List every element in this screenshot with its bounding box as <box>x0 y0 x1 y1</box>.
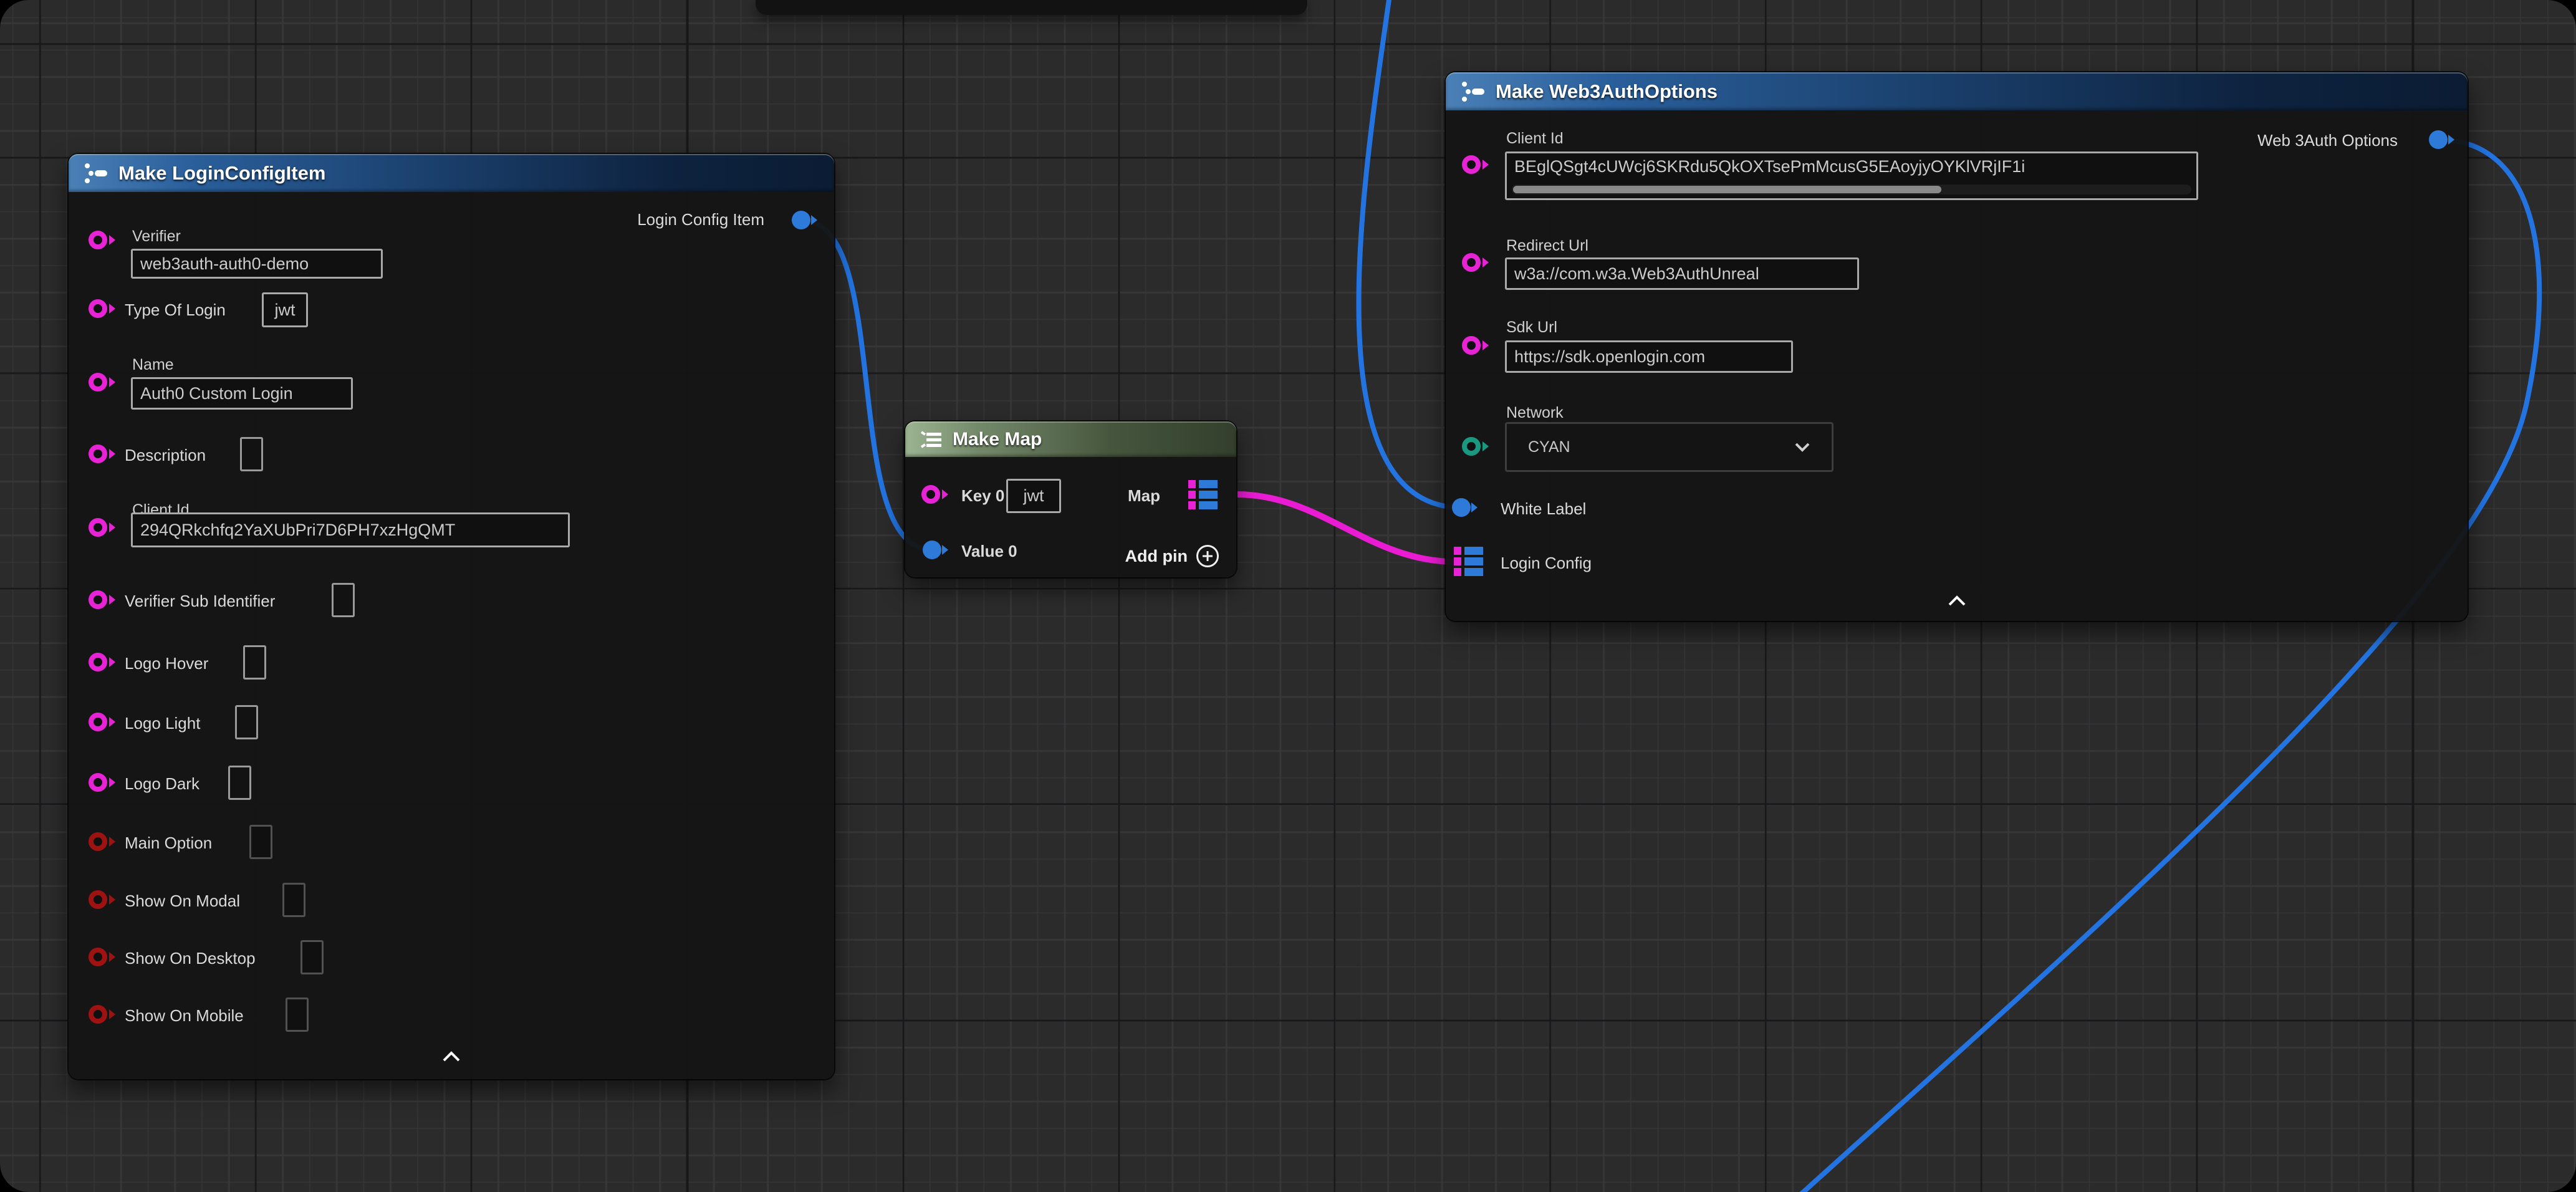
pin-in-value0[interactable] <box>923 541 941 559</box>
pin-out-login-config-item[interactable] <box>792 211 810 229</box>
pin-label-show-on-desktop: Show On Desktop <box>125 949 256 968</box>
logo-dark-input[interactable] <box>228 766 251 800</box>
blueprint-graph-canvas[interactable]: Make LoginConfigItem Login Config Item V… <box>0 0 2576 1192</box>
pin-in-verifier[interactable] <box>89 231 107 249</box>
pin-in-name[interactable] <box>89 373 107 392</box>
pin-label-verifier-sub-identifier: Verifier Sub Identifier <box>125 592 275 611</box>
pin-label-map: Map <box>1128 486 1160 506</box>
key0-input[interactable]: jwt <box>1006 479 1061 513</box>
add-pin-plus-icon <box>1196 545 1219 567</box>
pin-label-verifier: Verifier <box>132 228 181 246</box>
pin-label-name: Name <box>132 356 174 374</box>
sdk-url-input[interactable]: https://sdk.openlogin.com <box>1505 340 1793 373</box>
offscreen-node-fragment <box>756 0 1307 15</box>
pin-in-description[interactable] <box>89 445 107 463</box>
node-header-make-loginconfigitem[interactable]: Make LoginConfigItem <box>69 154 834 192</box>
node-header-make-map[interactable]: Make Map <box>905 421 1236 457</box>
name-input[interactable]: Auth0 Custom Login <box>131 377 353 410</box>
client-id-text: BEglQSgt4cUWcj6SKRdu5QkOXTsePmMcusG5EAoy… <box>1514 157 2025 176</box>
node-title: Make Map <box>953 429 1042 450</box>
client-id-scrollbar-thumb[interactable] <box>1513 186 1941 193</box>
pin-in-logo-dark[interactable] <box>89 773 107 792</box>
client-id-input[interactable]: BEglQSgt4cUWcj6SKRdu5QkOXTsePmMcusG5EAoy… <box>1505 151 2198 200</box>
network-selected-value: CYAN <box>1528 438 1570 456</box>
network-dropdown[interactable]: CYAN <box>1505 422 1833 472</box>
pin-in-main-option[interactable] <box>89 832 107 851</box>
add-pin-button[interactable]: Add pin <box>1125 545 1219 567</box>
redirect-url-input[interactable]: w3a://com.w3a.Web3AuthUnreal <box>1505 257 1859 290</box>
pin-label-redirect-url: Redirect Url <box>1506 237 1588 255</box>
node-title: Make Web3AuthOptions <box>1496 80 1718 103</box>
chevron-down-icon <box>1794 442 1810 452</box>
pin-in-network[interactable] <box>1462 437 1481 456</box>
pin-label-key0: Key 0 <box>961 486 1004 506</box>
node-make-web3authoptions[interactable]: Make Web3AuthOptions Web 3Auth Options C… <box>1446 72 2468 621</box>
pin-out-web3auth-options[interactable] <box>2429 130 2448 149</box>
verifier-input[interactable]: web3auth-auth0-demo <box>131 249 383 279</box>
type-of-login-input[interactable]: jwt <box>262 292 308 327</box>
description-input[interactable] <box>240 437 263 471</box>
pin-in-verifier-sub-identifier[interactable] <box>89 590 107 609</box>
pin-in-login-config[interactable] <box>1454 547 1483 576</box>
node-title: Make LoginConfigItem <box>118 162 325 185</box>
make-map-icon <box>918 428 944 451</box>
show-on-desktop-checkbox[interactable] <box>300 940 324 974</box>
pin-label-client-id: Client Id <box>1506 130 1564 148</box>
pin-in-logo-light[interactable] <box>89 713 107 731</box>
node-header-make-web3authoptions[interactable]: Make Web3AuthOptions <box>1446 72 2468 110</box>
node-make-map[interactable]: Make Map Key 0 jwt Map Value 0 Add pin <box>905 421 1236 577</box>
pin-out-map[interactable] <box>1188 480 1218 509</box>
pin-label-type-of-login: Type Of Login <box>125 300 226 320</box>
pin-label-show-on-mobile: Show On Mobile <box>125 1006 244 1026</box>
pin-label-logo-light: Logo Light <box>125 714 200 733</box>
show-on-modal-checkbox[interactable] <box>282 883 305 917</box>
pin-label-show-on-modal: Show On Modal <box>125 892 240 911</box>
pin-label-login-config: Login Config <box>1501 554 1592 573</box>
pin-in-type-of-login[interactable] <box>89 299 107 318</box>
logo-light-input[interactable] <box>235 705 258 739</box>
make-struct-icon <box>82 161 110 186</box>
pin-label-web3auth-options: Web 3Auth Options <box>2257 131 2398 150</box>
pin-label-description: Description <box>125 446 206 465</box>
pin-label-logo-hover: Logo Hover <box>125 654 208 673</box>
collapse-chevron-icon[interactable] <box>441 1050 461 1066</box>
pin-label-value0: Value 0 <box>961 542 1017 561</box>
main-option-checkbox[interactable] <box>249 825 272 859</box>
pin-in-show-on-desktop[interactable] <box>89 948 107 966</box>
pin-label-network: Network <box>1506 404 1564 422</box>
make-struct-icon <box>1459 79 1487 104</box>
pin-in-sdk-url[interactable] <box>1462 336 1481 355</box>
pin-in-redirect-url[interactable] <box>1462 253 1481 272</box>
pin-label-sdk-url: Sdk Url <box>1506 319 1557 337</box>
pin-label-main-option: Main Option <box>125 834 212 853</box>
logo-hover-input[interactable] <box>243 645 266 680</box>
collapse-chevron-icon[interactable] <box>1947 595 1967 610</box>
wire-map-to-login-config[interactable] <box>1236 494 1455 562</box>
pin-label-logo-dark: Logo Dark <box>125 774 199 794</box>
show-on-mobile-checkbox[interactable] <box>286 997 309 1032</box>
client-id-input[interactable]: 294QRkchfq2YaXUbPri7D6PH7xzHgQMT <box>131 512 570 547</box>
add-pin-label: Add pin <box>1125 547 1188 566</box>
node-make-loginconfigitem[interactable]: Make LoginConfigItem Login Config Item V… <box>69 154 834 1079</box>
pin-in-show-on-mobile[interactable] <box>89 1005 107 1024</box>
pin-label-login-config-item: Login Config Item <box>637 210 764 229</box>
verifier-sub-identifier-input[interactable] <box>332 583 355 617</box>
client-id-scrollbar[interactable] <box>1512 185 2191 195</box>
pin-in-client-id[interactable] <box>89 518 107 537</box>
pin-label-white-label: White Label <box>1501 499 1586 519</box>
pin-in-show-on-modal[interactable] <box>89 890 107 909</box>
pin-in-logo-hover[interactable] <box>89 653 107 671</box>
pin-in-key0[interactable] <box>921 485 940 504</box>
pin-in-white-label[interactable] <box>1452 498 1471 517</box>
pin-in-client-id[interactable] <box>1462 155 1481 174</box>
